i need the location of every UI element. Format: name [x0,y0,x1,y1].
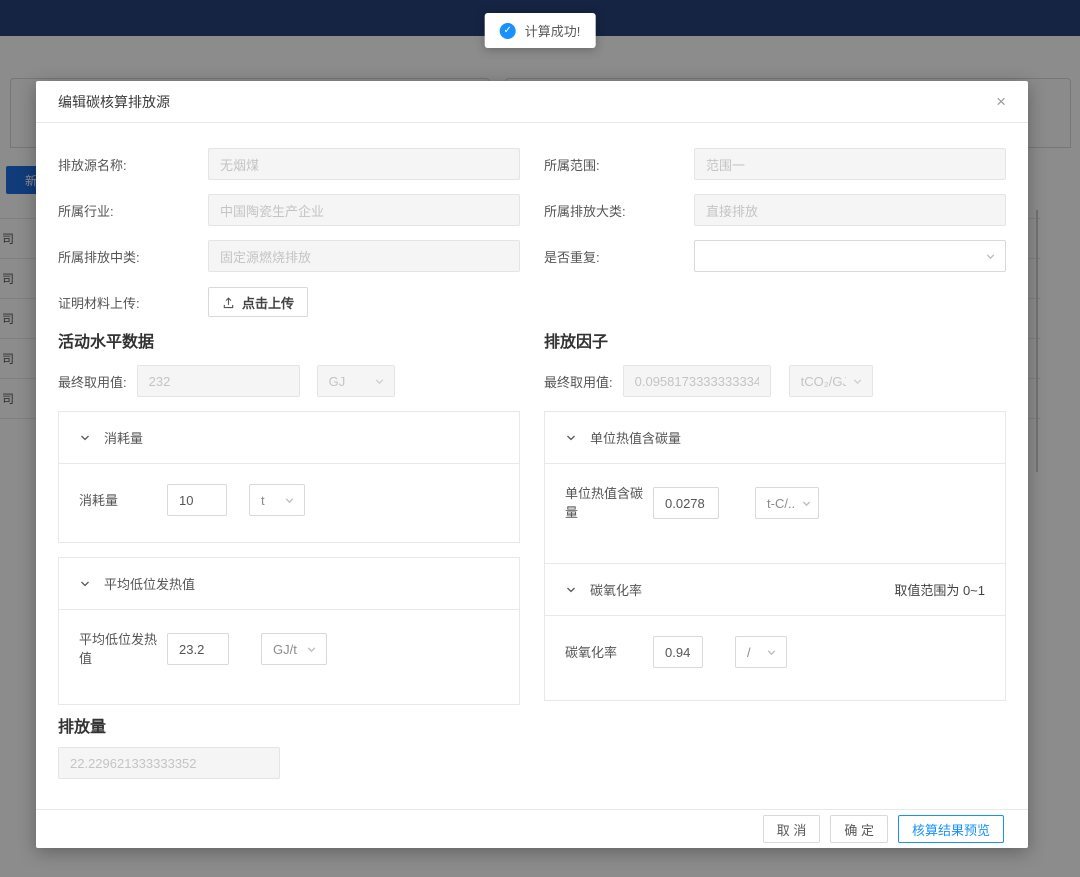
heating-value-input[interactable] [167,633,229,665]
field-emission-major: 所属排放大类: [544,194,1006,226]
consumption-panel-title: 消耗量 [104,428,143,447]
activity-unit-select: GJ [317,365,395,397]
emission-major-label: 所属排放大类: [544,201,694,220]
carbon-content-panel-body: 单位热值含碳量 t-C/... [545,464,1005,542]
field-industry: 所属行业: [58,194,520,226]
ok-button[interactable]: 确 定 [830,815,888,843]
upload-button[interactable]: 点击上传 [208,287,308,317]
collapse-chevron-icon [565,584,577,596]
field-emission-mid: 所属排放中类: [58,240,520,272]
field-upload: 证明材料上传: 点击上传 [58,286,520,318]
oxidation-rate-panel-body: 碳氧化率 / [545,616,1005,688]
heating-value-unit-select[interactable]: GJ/t [261,633,327,665]
toast-text: 计算成功! [525,21,581,40]
duplicate-select[interactable] [694,240,1006,272]
upload-label: 证明材料上传: [58,293,208,312]
industry-input [208,194,520,226]
success-check-icon: ✓ [500,23,516,39]
upload-icon [222,296,235,309]
consumption-input[interactable] [167,484,227,516]
carbon-content-unit-select[interactable]: t-C/... [755,487,819,519]
spacer [544,286,1006,318]
close-icon[interactable]: × [996,93,1006,110]
oxidation-rate-unit-value: / [747,645,751,660]
oxidation-rate-panel-header[interactable]: 碳氧化率 取值范围为 0~1 [545,564,1005,616]
factor-final-label: 最终取用值: [544,372,613,391]
collapse-chevron-icon [79,578,91,590]
chevron-down-icon [284,495,295,506]
heating-value-panel: 平均低位发热值 平均低位发热值 GJ/t [58,557,520,705]
collapse-chevron-icon [565,432,577,444]
factor-final-row: 最终取用值: tCO₂/GJ [544,365,1006,397]
preview-result-button[interactable]: 核算结果预览 [898,815,1004,843]
chevron-down-icon [766,647,777,658]
dialog-footer: 取 消 确 定 核算结果预览 [36,809,1028,848]
oxidation-rate-panel: 碳氧化率 取值范围为 0~1 碳氧化率 / [544,564,1006,701]
collapse-chevron-icon [79,432,91,444]
consumption-panel-header[interactable]: 消耗量 [59,412,519,464]
consumption-unit-select[interactable]: t [249,484,305,516]
factor-unit-select: tCO₂/GJ [789,365,873,397]
chevron-down-icon [985,251,996,262]
oxidation-rate-input[interactable] [653,636,703,668]
heating-value-panel-body: 平均低位发热值 GJ/t [59,610,519,688]
emission-value-input [58,747,280,779]
duplicate-label: 是否重复: [544,247,694,266]
carbon-content-unit-value: t-C/... [767,496,795,511]
emission-section-title: 排放量 [58,717,1006,739]
dialog-title: 编辑碳核算排放源 [58,92,170,112]
toast-success: ✓ 计算成功! [485,13,596,48]
source-name-input [208,148,520,180]
emission-mid-label: 所属排放中类: [58,247,208,266]
edit-emission-source-dialog: 编辑碳核算排放源 × 排放源名称: 所属范围: 所属行业: 所属排放大类: [36,81,1028,848]
heating-value-label: 平均低位发热值 [79,630,167,668]
emission-mid-input [208,240,520,272]
factor-final-input [623,365,771,397]
basic-info-form: 排放源名称: 所属范围: 所属行业: 所属排放大类: 所属排放中类: 是否重复: [58,148,1006,318]
activity-section: 活动水平数据 最终取用值: GJ [58,332,520,705]
oxidation-rate-panel-title: 碳氧化率 [590,580,642,599]
activity-unit-value: GJ [329,374,346,389]
dialog-header: 编辑碳核算排放源 × [36,81,1028,123]
field-source-name: 排放源名称: [58,148,520,180]
factor-section-title: 排放因子 [544,332,1006,354]
activity-final-label: 最终取用值: [58,372,127,391]
factor-unit-value: tCO₂/GJ [801,374,846,389]
chevron-down-icon [852,376,863,387]
heating-value-panel-title: 平均低位发热值 [104,574,195,593]
cancel-button[interactable]: 取 消 [763,815,821,843]
activity-section-title: 活动水平数据 [58,332,520,354]
oxidation-rate-unit-select[interactable]: / [735,636,787,668]
source-name-label: 排放源名称: [58,155,208,174]
scope-input [694,148,1006,180]
dialog-body: 排放源名称: 所属范围: 所属行业: 所属排放大类: 所属排放中类: 是否重复: [36,123,1028,779]
chevron-down-icon [801,498,812,509]
activity-final-row: 最终取用值: GJ [58,365,520,397]
oxidation-rate-label: 碳氧化率 [565,643,653,662]
carbon-content-input[interactable] [653,487,719,519]
industry-label: 所属行业: [58,201,208,220]
consumption-panel-body: 消耗量 t [59,464,519,536]
emission-section: 排放量 [58,717,1006,779]
field-scope: 所属范围: [544,148,1006,180]
oxidation-range-note: 取值范围为 0~1 [894,580,985,599]
carbon-content-panel-header[interactable]: 单位热值含碳量 [545,412,1005,464]
heating-value-panel-header[interactable]: 平均低位发热值 [59,558,519,610]
emission-major-input [694,194,1006,226]
field-duplicate: 是否重复: [544,240,1006,272]
consumption-panel: 消耗量 消耗量 t [58,411,520,543]
heating-value-unit-value: GJ/t [273,642,297,657]
carbon-content-panel-title: 单位热值含碳量 [590,428,681,447]
scope-label: 所属范围: [544,155,694,174]
consumption-label: 消耗量 [79,491,167,510]
carbon-content-label: 单位热值含碳量 [565,484,653,522]
chevron-down-icon [306,644,317,655]
upload-button-label: 点击上传 [242,293,294,312]
chevron-down-icon [374,376,385,387]
consumption-unit-value: t [261,493,265,508]
activity-final-input [137,365,300,397]
carbon-content-panel: 单位热值含碳量 单位热值含碳量 t-C/... [544,411,1006,564]
data-sections: 活动水平数据 最终取用值: GJ [58,332,1006,705]
factor-section: 排放因子 最终取用值: tCO₂/GJ [544,332,1006,705]
